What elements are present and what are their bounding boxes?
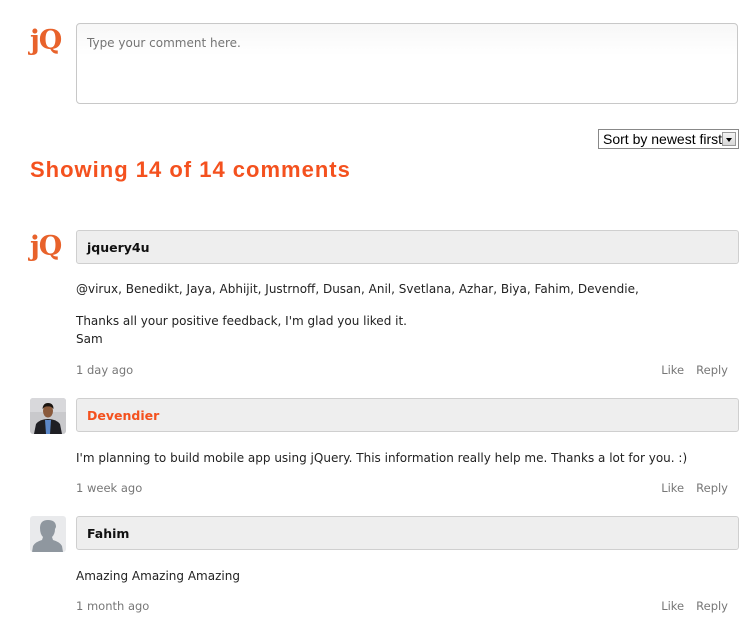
comment-input[interactable]	[76, 23, 738, 104]
chevron-down-icon[interactable]	[722, 132, 736, 146]
comment-author: jquery4u	[76, 230, 739, 264]
comment-text: @virux, Benedikt, Jaya, Abhijit, Justrno…	[76, 282, 639, 296]
sort-select[interactable]: Sort by newest first	[598, 129, 739, 149]
comment-timestamp[interactable]: 1 week ago	[76, 481, 142, 495]
comment-timestamp[interactable]: 1 day ago	[76, 363, 133, 377]
comment-author: Fahim	[76, 516, 739, 550]
avatar-user-photo-icon[interactable]	[30, 398, 66, 434]
like-button[interactable]: Like	[661, 363, 684, 377]
comments-count-heading: Showing 14 of 14 comments	[30, 157, 351, 182]
comment-text: I'm planning to build mobile app using j…	[76, 451, 688, 465]
avatar-jq-logo-icon: jQ	[30, 231, 62, 262]
author-name[interactable]: Fahim	[87, 526, 129, 541]
like-button[interactable]: Like	[661, 599, 684, 613]
avatar-default-silhouette-icon[interactable]	[30, 516, 66, 552]
comment-author: Devendier	[76, 398, 739, 432]
sort-selected-value: Sort by newest first	[603, 131, 723, 147]
comment-timestamp[interactable]: 1 month ago	[76, 599, 149, 613]
reply-button[interactable]: Reply	[696, 481, 728, 495]
comment-text: Thanks all your positive feedback, I'm g…	[76, 314, 407, 328]
author-name[interactable]: jquery4u	[87, 240, 150, 255]
reply-button[interactable]: Reply	[696, 363, 728, 377]
comment-text: Sam	[76, 332, 103, 346]
comment-text: Amazing Amazing Amazing	[76, 569, 240, 583]
author-name[interactable]: Devendier	[87, 408, 159, 423]
reply-button[interactable]: Reply	[696, 599, 728, 613]
site-logo: jQ	[30, 25, 62, 56]
like-button[interactable]: Like	[661, 481, 684, 495]
